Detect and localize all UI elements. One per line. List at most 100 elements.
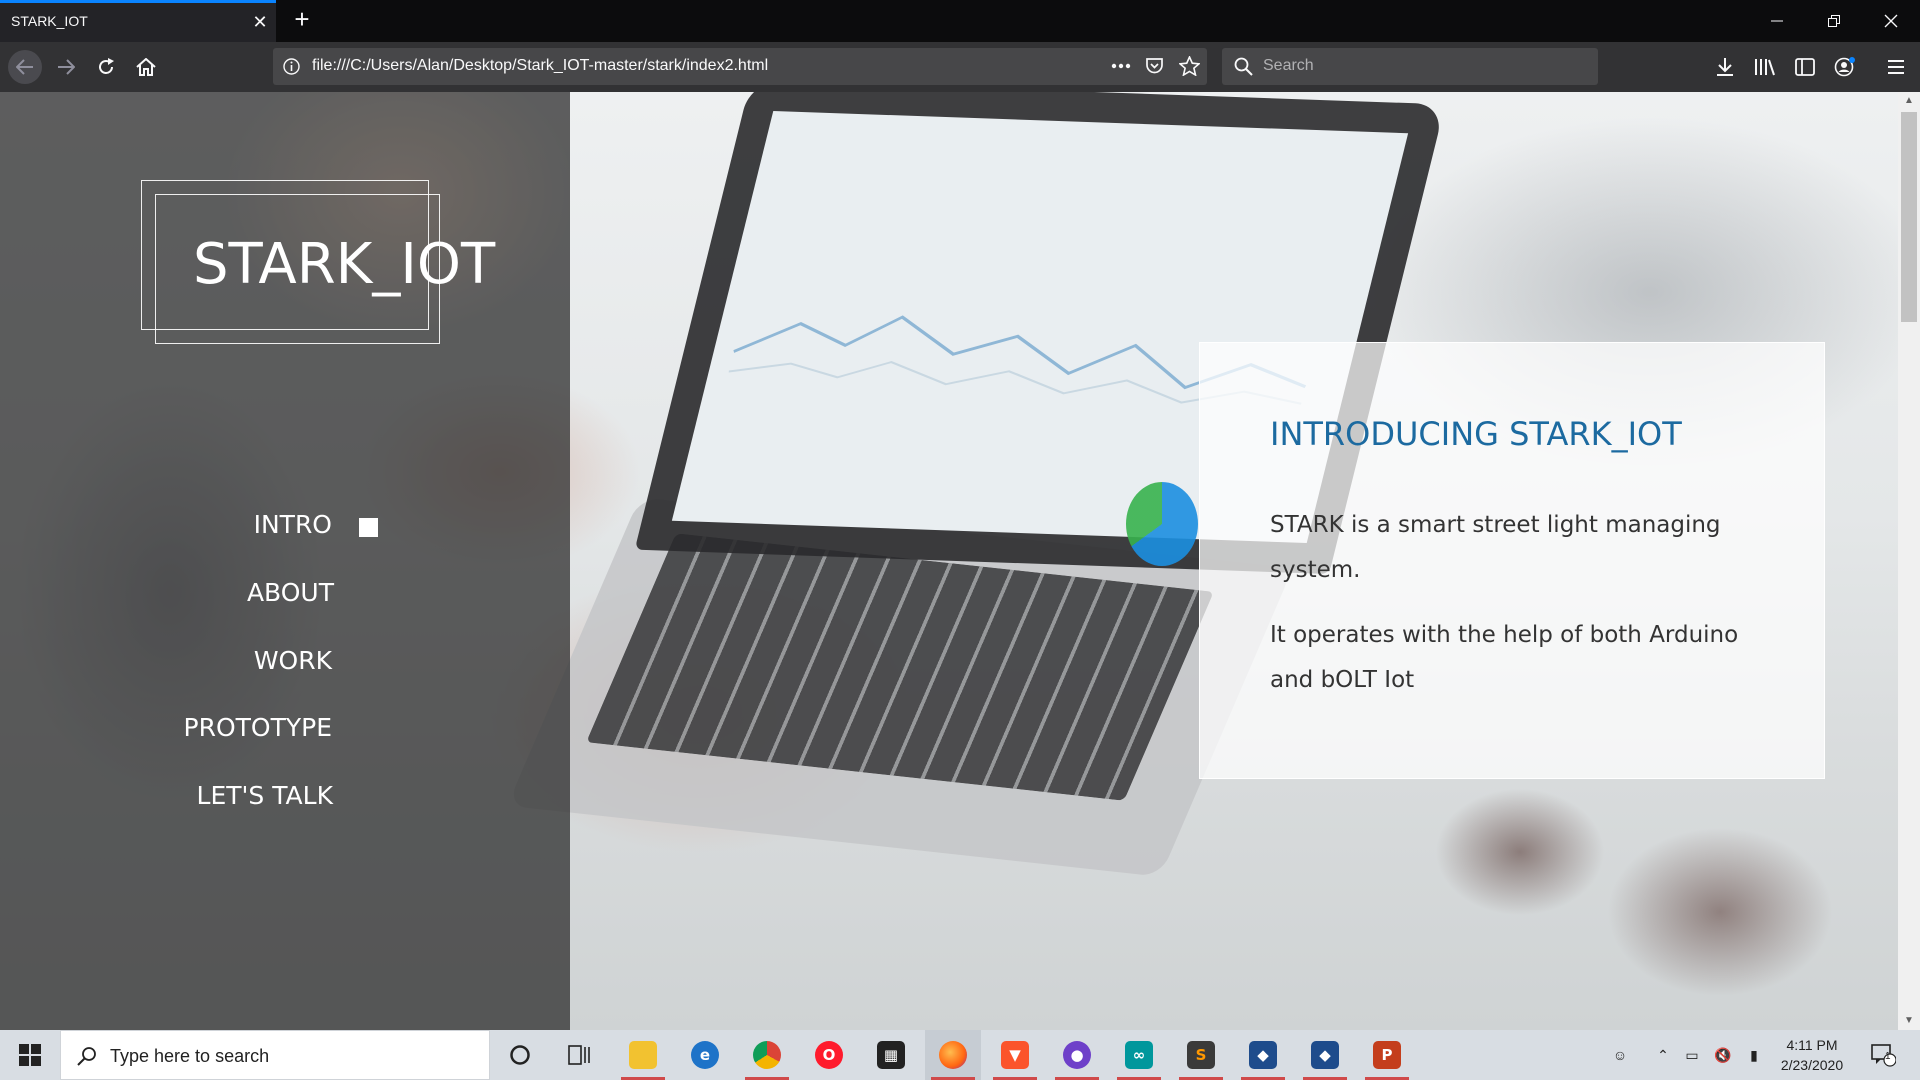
pocket-icon[interactable] [1145,57,1164,76]
clock-date: 2/23/2020 [1780,1057,1844,1073]
account-icon [1834,57,1855,77]
search-bar[interactable]: Search [1222,48,1598,85]
home-icon [136,58,156,76]
start-button[interactable] [0,1030,60,1080]
windows-taskbar: Type here to search e O ▦ ▼ ● ∞ S ◆ ◆ P [0,1030,1920,1080]
folder-icon [629,1041,657,1069]
notification-count: 1 [1885,1051,1891,1062]
reload-button[interactable] [90,51,122,83]
reload-icon [99,58,114,74]
powerpoint-icon: P [1373,1041,1401,1069]
people-icon[interactable]: ☺ [1609,1044,1631,1066]
browser-tab[interactable]: STARK_IOT ✕ [0,0,276,42]
new-tab-button[interactable]: + [288,6,316,34]
sidebar-button[interactable] [1789,51,1821,83]
library-icon [1755,59,1775,76]
taskbar-search-placeholder: Type here to search [110,1046,270,1066]
active-indicator [359,518,378,537]
taskbar-search-box[interactable]: Type here to search [60,1030,490,1080]
virtualbox-icon: ◆ [1249,1041,1277,1069]
menu-button[interactable] [1880,51,1912,83]
menu-icon [1888,60,1904,74]
firefox-icon [939,1041,967,1069]
notification-icon [1871,1044,1896,1067]
search-placeholder: Search [1263,57,1314,74]
back-icon [16,59,33,75]
restore-icon [1828,15,1840,27]
chrome-button[interactable] [739,1030,795,1080]
store-button[interactable]: ▦ [863,1030,919,1080]
info-icon[interactable] [283,58,300,75]
edge-button[interactable]: e [677,1030,733,1080]
browser-tab-bar: STARK_IOT ✕ + [0,0,1920,42]
firefox-button[interactable] [925,1030,981,1080]
restore-button[interactable] [1810,0,1858,42]
back-button[interactable] [8,50,42,84]
tab-close-icon[interactable]: ✕ [250,11,270,33]
forward-icon [58,59,75,75]
page-scrollbar[interactable]: ▲ ▼ [1898,92,1920,1030]
task-view-button[interactable] [552,1030,608,1080]
minimize-icon [1771,20,1783,22]
virtualbox-second-button[interactable]: ◆ [1297,1030,1353,1080]
search-icon [77,1047,96,1066]
sublime-text-icon: S [1187,1041,1215,1069]
github-desktop-button[interactable]: ● [1049,1030,1105,1080]
nav-item-lets-talk[interactable]: LET'S TALK [197,781,333,810]
battery-icon[interactable]: ▮ [1743,1044,1765,1066]
page-actions-icon[interactable] [1111,63,1131,69]
site-logo[interactable]: STARK_IOT [193,232,495,297]
arduino-button[interactable]: ∞ [1111,1030,1167,1080]
download-icon [1717,58,1733,76]
url-text: file:///C:/Users/Alan/Desktop/Stark_IOT-… [312,57,769,74]
edge-icon: e [691,1041,719,1069]
scroll-down-arrow-icon[interactable]: ▼ [1898,1012,1920,1030]
intro-panel: INTRODUCING STARK_IOT STARK is a smart s… [1199,342,1825,779]
github-icon: ● [1063,1041,1091,1069]
downloads-button[interactable] [1709,51,1741,83]
clock-time: 4:11 PM [1786,1037,1838,1053]
cortana-icon [510,1045,530,1065]
close-window-button[interactable] [1867,0,1915,42]
close-icon [1884,14,1898,28]
network-icon[interactable]: ▭ [1681,1044,1703,1066]
powerpoint-button[interactable]: P [1359,1030,1415,1080]
nav-item-prototype[interactable]: PROTOTYPE [184,713,333,742]
nav-item-about[interactable]: ABOUT [247,578,334,607]
cortana-button[interactable] [492,1030,548,1080]
bookmark-star-icon[interactable] [1179,56,1200,76]
action-center-icon[interactable]: 1 [1868,1044,1898,1067]
brave-button[interactable]: ▼ [987,1030,1043,1080]
home-button[interactable] [130,51,162,83]
nav-item-work[interactable]: WORK [254,646,332,675]
pie-chart-image [1126,482,1198,566]
intro-paragraph-1: STARK is a smart street light managing s… [1270,512,1721,583]
intro-title: INTRODUCING STARK_IOT [1270,415,1682,453]
library-button[interactable] [1749,51,1781,83]
nav-item-intro[interactable]: INTRO [254,510,332,539]
virtualbox-button[interactable]: ◆ [1235,1030,1291,1080]
file-explorer-button[interactable] [615,1030,671,1080]
windows-logo-icon [19,1044,41,1066]
opera-button[interactable]: O [801,1030,857,1080]
account-button[interactable] [1829,51,1861,83]
minimize-button[interactable] [1753,0,1801,42]
sidebar: STARK_IOT INTRO ABOUT WORK PROTOTYPE LET… [0,92,570,1030]
search-icon [1234,57,1253,76]
address-bar[interactable]: file:///C:/Users/Alan/Desktop/Stark_IOT-… [273,48,1207,85]
scroll-up-arrow-icon[interactable]: ▲ [1898,92,1920,110]
chevron-up-icon[interactable]: ⌃ [1652,1044,1674,1066]
forward-button[interactable] [50,51,82,83]
task-view-icon [568,1045,590,1065]
chrome-icon [753,1041,781,1069]
opera-icon: O [815,1041,843,1069]
page-viewport: STARK_IOT INTRO ABOUT WORK PROTOTYPE LET… [0,92,1898,1030]
virtualbox-icon: ◆ [1311,1041,1339,1069]
browser-navigation-bar: file:///C:/Users/Alan/Desktop/Stark_IOT-… [0,42,1920,92]
scrollbar-thumb[interactable] [1901,112,1917,322]
sublime-text-button[interactable]: S [1173,1030,1229,1080]
sidebar-icon [1795,58,1815,76]
volume-muted-icon[interactable]: 🔇 [1712,1044,1734,1066]
store-icon: ▦ [877,1041,905,1069]
taskbar-clock[interactable]: 4:11 PM 2/23/2020 [1770,1035,1854,1075]
